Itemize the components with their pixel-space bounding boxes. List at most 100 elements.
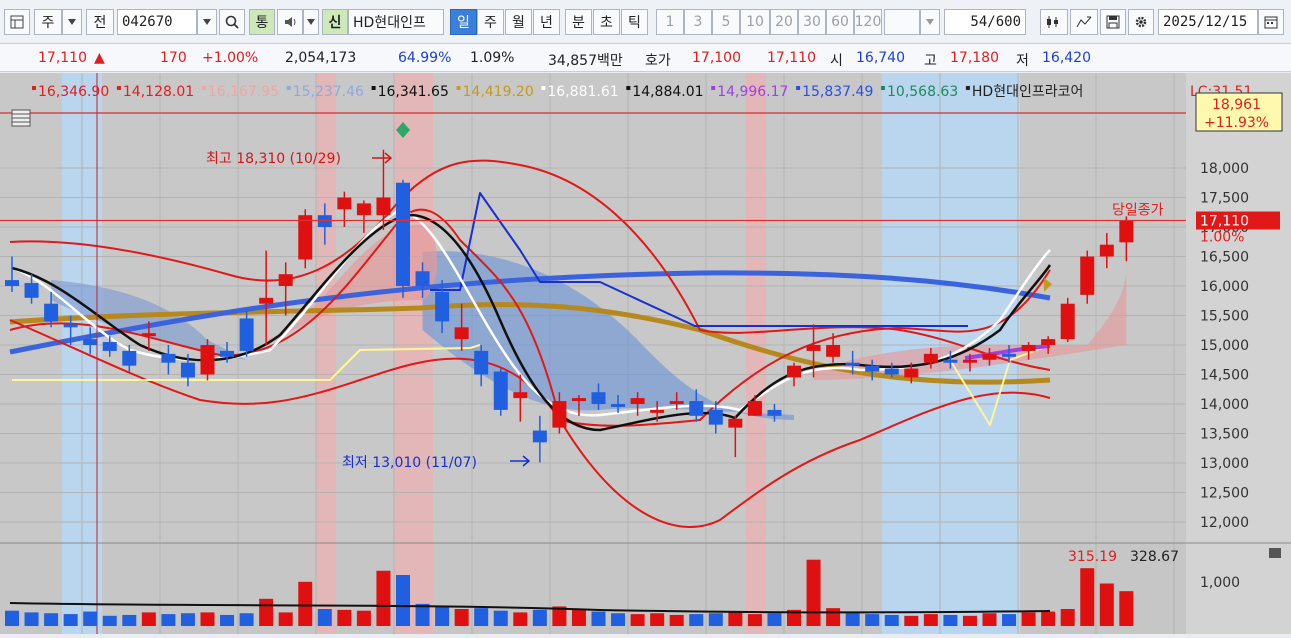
volume-bar	[591, 611, 606, 626]
prev-button[interactable]: 전	[86, 9, 114, 35]
blank-select[interactable]	[884, 9, 920, 35]
volume-bar	[728, 612, 743, 626]
volume-bar	[962, 615, 977, 626]
candle-body	[24, 283, 39, 298]
candle-body	[5, 280, 19, 286]
sin-button[interactable]: 신	[322, 9, 348, 35]
tab-period-2[interactable]: 월	[505, 9, 532, 35]
stock-chart[interactable]: 18,00017,50017,00016,50016,00015,50015,0…	[0, 73, 1291, 634]
candle-body	[787, 365, 801, 378]
y-tick-label: 15,000	[1200, 338, 1249, 354]
indicator-value: 16,341.65	[378, 84, 449, 100]
candle	[298, 209, 313, 269]
legend-marker	[881, 86, 885, 90]
tab-period-5[interactable]: 초	[593, 9, 620, 35]
candle-body	[532, 430, 547, 443]
interval-button-120[interactable]: 120	[854, 9, 882, 35]
date-input[interactable]: 2025/12/15	[1158, 9, 1258, 35]
volume-bar	[24, 612, 39, 626]
candle-body	[591, 392, 606, 404]
candle-body	[1041, 339, 1056, 345]
candle-body	[611, 404, 626, 407]
market-select[interactable]: 주	[34, 9, 62, 35]
gear-icon[interactable]	[1128, 9, 1154, 35]
candle-body	[200, 345, 215, 375]
interval-button-3[interactable]: 3	[684, 9, 712, 35]
tab-period-3[interactable]: 년	[533, 9, 560, 35]
y-tick-label: 12,500	[1200, 486, 1249, 502]
speaker-dropdown-icon[interactable]	[303, 9, 319, 35]
volume-bar	[1060, 609, 1075, 626]
chart-layout-icon[interactable]	[4, 9, 30, 35]
candle-body	[747, 401, 762, 416]
price-change: 170	[160, 50, 187, 66]
candle-body	[435, 291, 450, 322]
interval-button-10[interactable]: 10	[740, 9, 770, 35]
indicator-value: 15,237.46	[293, 84, 364, 100]
candle-body	[102, 342, 117, 351]
volume-bar	[220, 614, 235, 626]
candle-body	[493, 371, 508, 410]
volume-bar	[44, 613, 59, 626]
volume-legend-v2: 328.67	[1130, 549, 1179, 565]
indicator-value: 14,996.17	[717, 84, 788, 100]
crosshair-icon[interactable]	[1070, 9, 1098, 35]
interval-button-60[interactable]: 60	[826, 9, 854, 35]
y-tick-label: 17,500	[1200, 191, 1249, 207]
legend-marker	[796, 86, 801, 90]
volume-bar	[1041, 611, 1056, 626]
open-label: 시	[830, 53, 843, 69]
legend-marker	[286, 86, 291, 90]
chart-area[interactable]: 18,00017,50017,00016,50016,00015,50015,0…	[0, 73, 1291, 634]
candle-body	[1080, 256, 1095, 295]
legend-marker	[116, 86, 121, 90]
volume-axis-label: 1,000	[1200, 575, 1240, 591]
y-tick-label: 18,000	[1200, 161, 1249, 177]
save-icon[interactable]	[1100, 9, 1126, 35]
tab-period-1[interactable]: 주	[477, 9, 504, 35]
volume-bar	[747, 614, 762, 626]
stock-code-input[interactable]: 042670	[117, 9, 197, 35]
volume-bar	[865, 614, 880, 626]
speaker-icon[interactable]	[277, 9, 303, 35]
candle-type-icon[interactable]	[1040, 9, 1068, 35]
interval-button-5[interactable]: 5	[712, 9, 740, 35]
search-icon[interactable]	[219, 9, 245, 35]
candle-body	[826, 345, 841, 357]
tab-period-6[interactable]: 틱	[621, 9, 648, 35]
volume-bar	[5, 610, 19, 626]
bid-price: 17,100	[692, 50, 741, 66]
volume-bar	[630, 614, 645, 626]
interval-button-30[interactable]: 30	[798, 9, 826, 35]
candle-body	[122, 350, 137, 366]
candle-body	[630, 398, 645, 404]
y-tick-label: 13,500	[1200, 427, 1249, 443]
volume-bar	[650, 613, 665, 626]
volume-bar	[83, 611, 98, 626]
volume-bar	[180, 613, 195, 626]
blank-dropdown-icon[interactable]	[920, 9, 940, 35]
indicator-value: 10,568.63	[887, 84, 958, 100]
legend-marker	[456, 86, 461, 90]
calendar-icon[interactable]	[1258, 9, 1284, 35]
volume-bar	[1119, 591, 1134, 626]
current-price: 17,110	[38, 50, 87, 66]
market-dropdown-icon[interactable]	[62, 9, 82, 35]
candle-body	[141, 333, 156, 337]
volume-bar	[278, 612, 293, 626]
tab-period-0[interactable]: 일	[450, 9, 477, 35]
low-label: 저	[1016, 53, 1029, 69]
candle-body	[44, 303, 59, 322]
stock-name-field[interactable]: HD현대인프	[348, 9, 444, 35]
change-percent: +1.00%	[202, 50, 259, 66]
interval-button-20[interactable]: 20	[770, 9, 798, 35]
tong-button[interactable]: 통	[249, 9, 275, 35]
indicator-value: 15,837.49	[802, 84, 873, 100]
candle-body	[806, 345, 821, 351]
interval-button-1[interactable]: 1	[656, 9, 684, 35]
candle-body	[63, 324, 78, 328]
tab-period-4[interactable]: 분	[565, 9, 592, 35]
indicator-value: HD현대인프라코어	[972, 84, 1083, 100]
code-dropdown-icon[interactable]	[197, 9, 217, 35]
volume-bar	[845, 613, 860, 626]
